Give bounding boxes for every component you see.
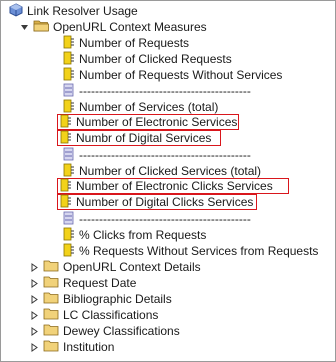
separator-icon — [63, 147, 75, 164]
measure-label: Number of Clicked Services (total) — [79, 164, 262, 178]
tree-node-bibliographic-details[interactable]: Bibliographic Details — [29, 291, 172, 307]
tree-node-link-resolver-usage[interactable]: Link Resolver Usage — [9, 2, 138, 20]
measure-label: Number of Requests Without Services — [79, 68, 283, 82]
folder-label: Bibliographic Details — [63, 292, 172, 306]
tree-node-institution[interactable]: Institution — [29, 339, 114, 355]
measure-icon — [60, 178, 72, 195]
measure-label: Number of Electronic Services — [76, 115, 238, 129]
measure-label: Number of Clicked Requests — [79, 52, 232, 66]
measure-icon — [63, 51, 75, 68]
separator-label: ----------------------------------------… — [79, 212, 251, 226]
folder-open-icon — [33, 19, 49, 35]
folder-icon — [43, 259, 59, 275]
triangle-down-icon[interactable] — [19, 19, 30, 35]
folder-label: Institution — [63, 340, 115, 354]
measure-icon — [63, 227, 75, 244]
separator-item[interactable]: ----------------------------------------… — [63, 83, 251, 99]
measure-label: Number of Services (total) — [79, 100, 219, 114]
tree-node-dewey-classifications[interactable]: Dewey Classifications — [29, 323, 180, 339]
separator-item[interactable]: ----------------------------------------… — [63, 147, 251, 163]
separator-icon — [63, 211, 75, 228]
separator-icon — [63, 83, 75, 100]
tree-panel: Link Resolver Usage OpenURL Context Meas… — [0, 0, 336, 362]
tree-node-lc-classifications[interactable]: LC Classifications — [29, 307, 158, 323]
measure-icon — [63, 243, 75, 260]
measure-label: % Clicks from Requests — [79, 228, 207, 242]
separator-label: ----------------------------------------… — [79, 84, 251, 98]
measure-number-of-electronic-services[interactable]: Number of Electronic Services — [57, 114, 239, 130]
measure-percent-clicks-from-requests[interactable]: % Clicks from Requests — [63, 227, 206, 243]
separator-label: ----------------------------------------… — [79, 148, 251, 162]
measure-number-of-digital-clicks-services[interactable]: Number of Digital Clicks Services — [57, 194, 257, 210]
measure-label: Number of Requests — [79, 36, 190, 50]
folder-icon — [43, 291, 59, 307]
triangle-right-icon[interactable] — [29, 275, 40, 291]
folder-label: OpenURL Context Details — [63, 260, 201, 274]
measure-percent-requests-without-services[interactable]: % Requests Without Services from Request… — [63, 243, 318, 259]
folder-label: Request Date — [63, 276, 137, 290]
measure-number-of-services-total[interactable]: Number of Services (total) — [63, 99, 218, 115]
measure-number-of-requests[interactable]: Number of Requests — [63, 35, 189, 51]
folder-label: OpenURL Context Measures — [53, 20, 207, 34]
folder-icon — [43, 275, 59, 291]
measure-number-of-clicked-services-total[interactable]: Number of Clicked Services (total) — [63, 163, 261, 179]
measure-icon — [63, 35, 75, 52]
measure-icon — [60, 114, 72, 131]
folder-label: Dewey Classifications — [63, 324, 180, 338]
separator-item[interactable]: ----------------------------------------… — [63, 211, 251, 227]
tree-node-openurl-context-details[interactable]: OpenURL Context Details — [29, 259, 201, 275]
tree-node-openurl-context-measures[interactable]: OpenURL Context Measures — [19, 19, 207, 35]
measure-number-of-requests-without-services[interactable]: Number of Requests Without Services — [63, 67, 282, 83]
measure-icon — [63, 67, 75, 84]
folder-icon — [43, 323, 59, 339]
measure-label: % Requests Without Services from Request… — [79, 244, 319, 258]
root-label: Link Resolver Usage — [27, 4, 138, 18]
triangle-right-icon[interactable] — [29, 291, 40, 307]
measure-numbr-of-digital-services[interactable]: Numbr of Digital Services — [57, 130, 221, 146]
triangle-right-icon[interactable] — [29, 307, 40, 323]
measure-label: Number of Electronic Clicks Services — [76, 179, 273, 193]
cube-icon — [9, 2, 23, 20]
measure-icon — [60, 130, 72, 147]
folder-icon — [43, 339, 59, 355]
tree-node-request-date[interactable]: Request Date — [29, 275, 136, 291]
triangle-right-icon[interactable] — [29, 323, 40, 339]
folder-icon — [43, 307, 59, 323]
triangle-right-icon[interactable] — [29, 259, 40, 275]
triangle-right-icon[interactable] — [29, 339, 40, 355]
measure-icon — [60, 194, 72, 211]
measure-number-of-clicked-requests[interactable]: Number of Clicked Requests — [63, 51, 232, 67]
measure-number-of-electronic-clicks-services[interactable]: Number of Electronic Clicks Services — [57, 178, 289, 194]
measure-label: Number of Digital Clicks Services — [76, 195, 254, 209]
measure-label: Numbr of Digital Services — [76, 131, 212, 145]
folder-label: LC Classifications — [63, 308, 159, 322]
